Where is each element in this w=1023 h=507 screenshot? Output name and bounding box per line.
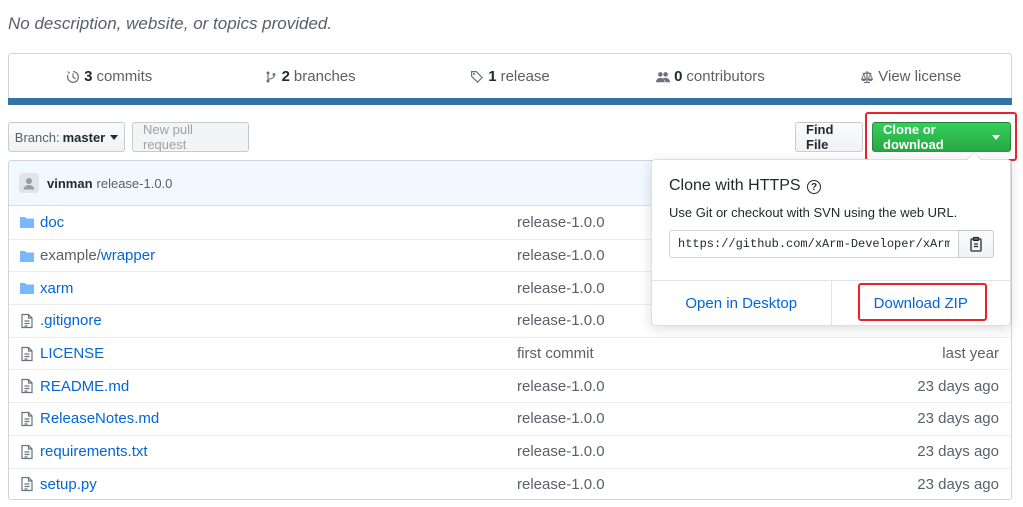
branches-link[interactable]: 2 branches	[209, 68, 409, 85]
commit-age: last year	[942, 345, 999, 363]
contributors-link[interactable]: 0 contributors	[610, 68, 810, 85]
commits-count: 3	[84, 68, 93, 85]
branches-count: 2	[281, 68, 290, 85]
caret-down-icon	[992, 134, 1000, 140]
commit-message-link[interactable]: release-1.0.0	[517, 443, 605, 460]
user-avatar-icon	[23, 178, 35, 190]
file-name-link[interactable]: README.md	[40, 378, 129, 395]
repo-description: No description, website, or topics provi…	[8, 14, 333, 33]
commit-age: 23 days ago	[917, 443, 999, 461]
table-row: LICENSE first commit last year	[9, 336, 1011, 370]
license-label: View license	[878, 68, 962, 85]
branch-prefix: Branch:	[14, 129, 60, 145]
contributors-label: contributors	[686, 68, 765, 85]
download-zip-link[interactable]: Download ZIP	[830, 281, 1011, 325]
caret-down-icon	[110, 134, 119, 140]
file-icon	[19, 476, 35, 492]
commit-message-link[interactable]: release-1.0.0	[517, 247, 605, 264]
table-row: README.md release-1.0.0 23 days ago	[9, 369, 1011, 402]
clone-or-download-button[interactable]: Clone or download	[872, 122, 1011, 152]
file-name-link[interactable]: example/wrapper	[40, 247, 155, 264]
history-icon	[67, 70, 80, 83]
commit-age: 23 days ago	[917, 377, 999, 395]
avatar[interactable]	[19, 173, 39, 193]
people-icon	[656, 71, 671, 82]
commit-author-link[interactable]: vinman	[47, 176, 93, 191]
commit-message[interactable]: release-1.0.0	[97, 176, 173, 191]
branch-name: master	[62, 129, 106, 145]
file-name-link[interactable]: LICENSE	[40, 345, 104, 362]
commit-message-link[interactable]: release-1.0.0	[517, 410, 605, 427]
commit-message-link[interactable]: release-1.0.0	[517, 280, 605, 297]
releases-count: 1	[488, 68, 497, 85]
branch-select-button[interactable]: Branch: master	[8, 122, 125, 152]
commit-message-link[interactable]: release-1.0.0	[517, 214, 605, 231]
folder-icon	[19, 280, 35, 296]
license-link[interactable]: View license	[811, 68, 1011, 85]
tag-icon	[471, 70, 484, 83]
clone-url-input[interactable]	[669, 230, 959, 258]
language-bar[interactable]	[8, 98, 1012, 105]
commits-link[interactable]: 3 commits	[9, 68, 209, 85]
clone-actions: Open in Desktop Download ZIP	[652, 280, 1010, 325]
numbers-summary: 3 commits 2 branches 1 release 0 contrib…	[8, 53, 1012, 105]
commit-message-link[interactable]: first commit	[517, 345, 594, 362]
clone-subtitle: Use Git or checkout with SVN using the w…	[669, 205, 958, 220]
table-row: ReleaseNotes.md release-1.0.0 23 days ago	[9, 402, 1011, 435]
file-name: wrapper	[100, 247, 156, 265]
file-icon	[19, 346, 35, 362]
releases-label: release	[500, 68, 550, 85]
commit-message-link[interactable]: release-1.0.0	[517, 312, 605, 329]
open-in-desktop-link[interactable]: Open in Desktop	[652, 281, 831, 325]
table-row: requirements.txt release-1.0.0 23 days ago	[9, 434, 1011, 468]
file-icon	[19, 411, 35, 427]
table-row: setup.py release-1.0.0 23 days ago	[9, 467, 1011, 500]
file-name-link[interactable]: setup.py	[40, 476, 97, 493]
file-icon	[19, 378, 35, 394]
commits-label: commits	[96, 68, 153, 85]
file-name-link[interactable]: .gitignore	[40, 312, 102, 329]
file-name-link[interactable]: xarm	[40, 280, 73, 297]
folder-icon	[19, 214, 35, 230]
question-icon[interactable]: ?	[807, 180, 821, 194]
file-icon	[19, 313, 35, 329]
commit-message-link[interactable]: release-1.0.0	[517, 378, 605, 395]
file-name-link[interactable]: ReleaseNotes.md	[40, 410, 159, 427]
file-name-prefix: example/	[40, 247, 101, 265]
clipboard-icon	[970, 236, 982, 252]
commit-age: 23 days ago	[917, 410, 999, 428]
branches-label: branches	[293, 68, 356, 85]
folder-icon	[19, 248, 35, 264]
releases-link[interactable]: 1 release	[410, 68, 610, 85]
clone-button-label: Clone or download	[883, 122, 944, 152]
file-name-link[interactable]: requirements.txt	[40, 443, 148, 460]
file-name-link[interactable]: doc	[40, 214, 64, 231]
commit-age: 23 days ago	[917, 475, 999, 493]
clone-title: Clone with HTTPS	[669, 177, 801, 194]
copy-url-button[interactable]	[958, 230, 994, 258]
commit-message-link[interactable]: release-1.0.0	[517, 476, 605, 493]
clone-dropdown: Clone with HTTPS ? Use Git or checkout w…	[651, 152, 1011, 326]
contributors-count: 0	[674, 68, 683, 85]
find-file-button[interactable]: Find File	[795, 122, 863, 152]
law-icon	[861, 70, 874, 83]
branch-icon	[266, 71, 276, 82]
new-pull-request-button[interactable]: New pull request	[132, 122, 249, 152]
file-icon	[19, 444, 35, 460]
